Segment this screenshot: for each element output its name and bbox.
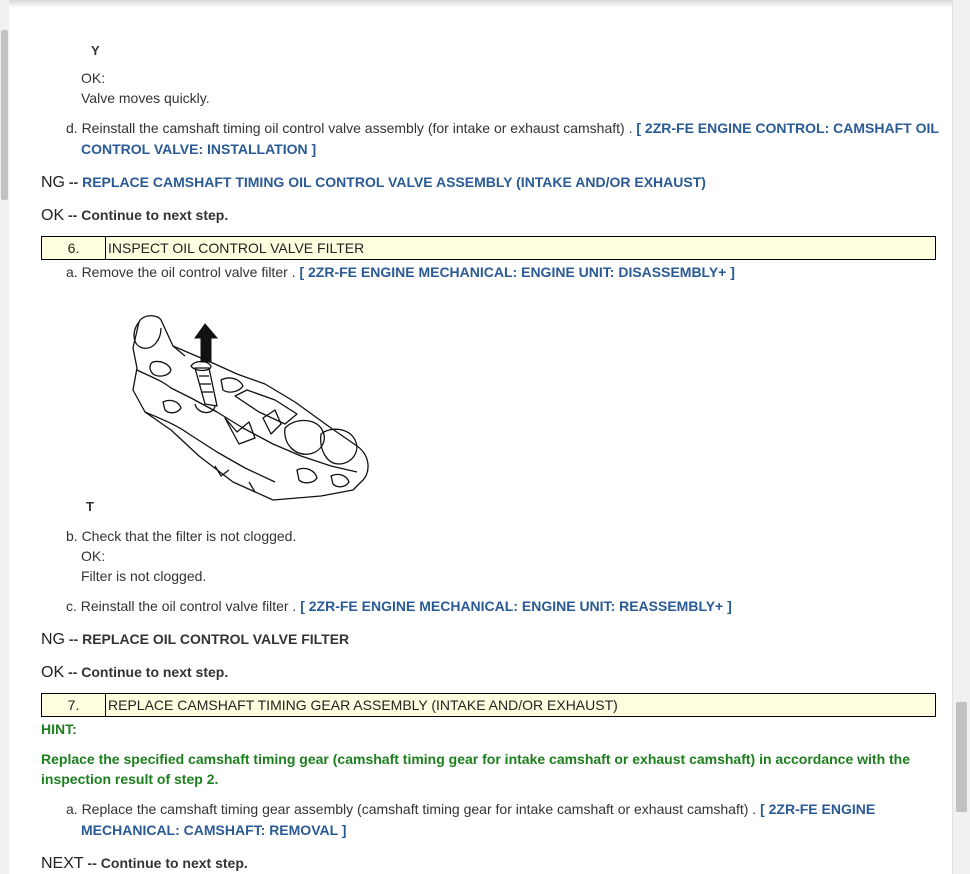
ok-text: Continue to next step. — [81, 664, 229, 680]
step-6b-ok-label: OK: — [81, 548, 106, 564]
ng-label: NG — [41, 174, 65, 191]
figure-label-t: T — [86, 499, 94, 514]
top-shadow — [9, 0, 952, 8]
ok-result-1: OK -- Continue to next step. — [41, 205, 228, 226]
ok-text: Continue to next step. — [81, 207, 229, 223]
right-scrollbar-thumb[interactable] — [956, 702, 967, 812]
next-result: NEXT -- Continue to next step. — [41, 853, 248, 874]
step-6b-ok-value: Filter is not clogged. — [81, 568, 207, 584]
ng-result-2: NG -- REPLACE OIL CONTROL VALVE FILTER — [41, 629, 349, 650]
ok-label: OK: — [81, 70, 106, 86]
step-6b: b. Check that the filter is not clogged. — [66, 528, 297, 544]
step-6a-link[interactable]: [ 2ZR-FE ENGINE MECHANICAL: ENGINE UNIT:… — [299, 264, 734, 280]
step-7a-link[interactable]: [ 2ZR-FE ENGINE — [760, 801, 875, 817]
ng-separator: -- — [65, 174, 83, 190]
ok-label: OK — [41, 207, 65, 224]
step-d-prefix: d. Reinstall the camshaft timing oil con… — [66, 120, 633, 136]
step-7-header: 7. REPLACE CAMSHAFT TIMING GEAR ASSEMBLY… — [41, 693, 936, 717]
hint-text-line2: inspection result of step 2. — [41, 771, 219, 787]
step-7a: a. Replace the camshaft timing gear asse… — [66, 799, 875, 819]
next-text: Continue to next step. — [100, 855, 248, 871]
ng-label: NG — [41, 631, 65, 648]
step-7a-prefix: a. Replace the camshaft timing gear asse… — [66, 801, 757, 817]
ok-result-2: OK -- Continue to next step. — [41, 662, 228, 683]
ng-result-1: NG -- REPLACE CAMSHAFT TIMING OIL CONTRO… — [41, 172, 706, 193]
step-6-number: 6. — [42, 237, 106, 259]
step-7a-link-continued[interactable]: MECHANICAL: CAMSHAFT: REMOVAL ] — [81, 820, 346, 840]
figure-label-y: Y — [91, 43, 100, 58]
step-6a-prefix: a. Remove the oil control valve filter . — [66, 264, 296, 280]
ng-link[interactable]: REPLACE CAMSHAFT TIMING OIL CONTROL VALV… — [82, 174, 706, 190]
hint-text-line1: Replace the specified camshaft timing ge… — [41, 751, 911, 767]
left-scrollbar-thumb[interactable] — [1, 30, 8, 200]
step-7-number: 7. — [42, 694, 106, 716]
ok-label: OK — [41, 664, 65, 681]
step-6a: a. Remove the oil control valve filter .… — [66, 262, 735, 282]
ok-separator: -- — [64, 664, 82, 680]
step-6-header: 6. INSPECT OIL CONTROL VALVE FILTER — [41, 236, 936, 260]
step-d-link-continued[interactable]: CONTROL VALVE: INSTALLATION ] — [81, 139, 316, 159]
oil-control-valve-filter-diagram — [132, 315, 369, 501]
next-label: NEXT — [41, 855, 84, 872]
hint-label: HINT: — [41, 721, 77, 737]
next-separator: -- — [83, 855, 101, 871]
ng-separator: -- — [65, 631, 83, 647]
step-6c-prefix: c. Reinstall the oil control valve filte… — [66, 598, 297, 614]
step-d-link[interactable]: [ 2ZR-FE ENGINE CONTROL: CAMSHAFT OIL — [636, 120, 939, 136]
ok-value: Valve moves quickly. — [81, 90, 210, 106]
step-7-title: REPLACE CAMSHAFT TIMING GEAR ASSEMBLY (I… — [108, 697, 618, 713]
right-scrollbar[interactable] — [952, 0, 970, 874]
step-6-title: INSPECT OIL CONTROL VALVE FILTER — [108, 240, 365, 256]
ok-separator: -- — [64, 207, 82, 223]
step-6c-link[interactable]: [ 2ZR-FE ENGINE MECHANICAL: ENGINE UNIT:… — [300, 598, 732, 614]
left-scrollbar[interactable] — [0, 0, 9, 874]
step-d-text: d. Reinstall the camshaft timing oil con… — [66, 118, 939, 138]
ng-text: REPLACE OIL CONTROL VALVE FILTER — [82, 631, 350, 647]
step-6c: c. Reinstall the oil control valve filte… — [66, 596, 732, 616]
